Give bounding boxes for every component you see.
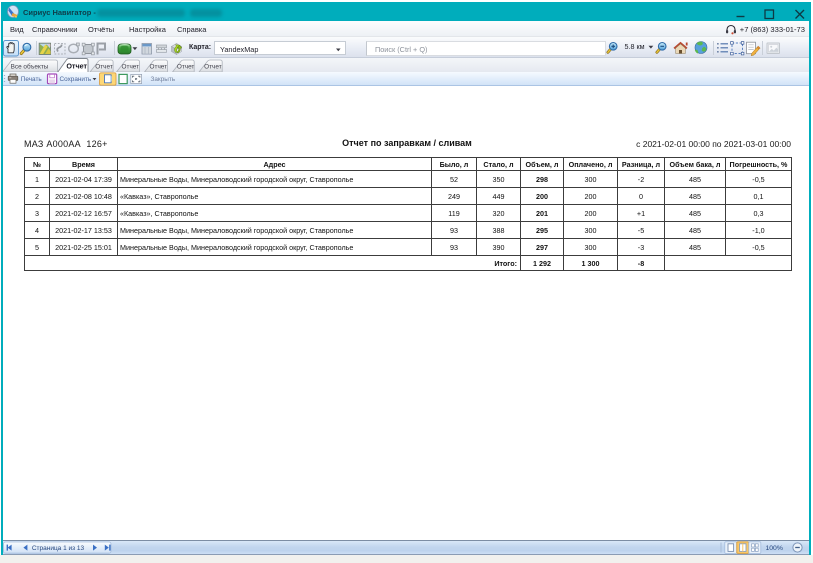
svg-text:Отчет: Отчет xyxy=(177,63,195,70)
svg-text:Страница 1 из 13: Страница 1 из 13 xyxy=(32,545,85,552)
svg-text:Отчет: Отчет xyxy=(204,63,222,70)
svg-text:100%: 100% xyxy=(766,545,783,552)
svg-text:Отчет: Отчет xyxy=(95,63,113,70)
svg-text:Отчет: Отчет xyxy=(150,63,168,70)
svg-text:Все объекты: Все объекты xyxy=(11,62,49,70)
svg-text:Отчет: Отчет xyxy=(66,62,87,71)
svg-text:5.8 км: 5.8 км xyxy=(625,42,645,51)
svg-text:Отчет: Отчет xyxy=(122,63,140,70)
